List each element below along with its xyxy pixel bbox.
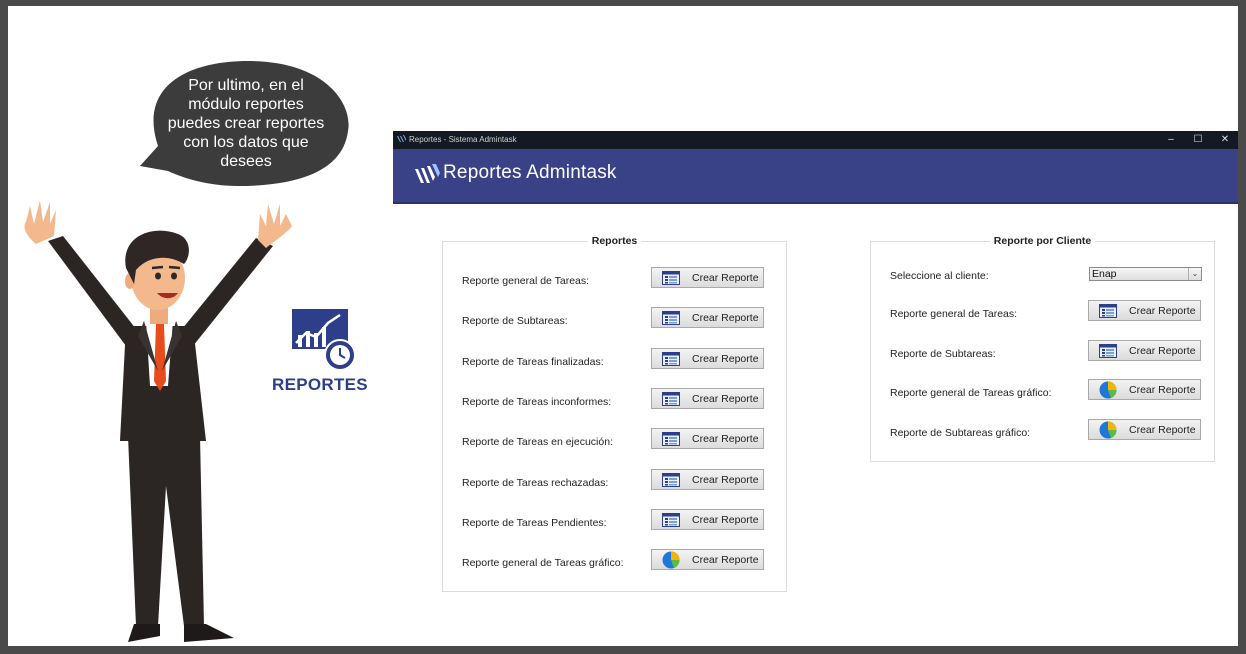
reports-module-icon (292, 309, 356, 371)
create-report-label: Crear Reporte (692, 352, 759, 365)
admintask-logo-icon (415, 164, 440, 183)
cliente-groupbox: Reporte por Cliente Seleccione al client… (870, 235, 1215, 462)
spreadsheet-icon (662, 391, 680, 409)
pie-chart-icon (662, 551, 680, 572)
create-report-button[interactable]: Crear Reporte (651, 307, 764, 329)
report-label: Reporte de Subtareas: (890, 347, 996, 360)
client-select-value: Enap (1092, 268, 1117, 280)
spreadsheet-icon (1099, 304, 1117, 321)
pie-chart-icon (1099, 421, 1117, 442)
app-window: Reportes - Sistema Admintask – ☐ ✕ Repor… (393, 131, 1238, 646)
minimize-button[interactable]: – (1160, 132, 1182, 148)
spreadsheet-icon (662, 351, 680, 369)
report-row: Reporte de Tareas rechazadas: Crear Repor… (443, 468, 786, 493)
report-row: Reporte general de Tareas gráfico: Crear … (443, 549, 786, 573)
report-label: Reporte de Tareas Pendientes: (462, 516, 607, 529)
report-row: Reporte de Tareas finalizadas: Crear Repo… (443, 347, 786, 372)
spreadsheet-icon (1099, 343, 1117, 361)
create-report-label: Crear Reporte (692, 272, 759, 284)
spreadsheet-icon (662, 432, 680, 449)
create-report-label: Crear Reporte (692, 433, 759, 446)
create-report-label: Crear Reporte (692, 312, 759, 325)
create-report-button[interactable]: Crear Reporte (651, 387, 764, 409)
create-report-button[interactable]: Crear Reporte (651, 428, 764, 450)
report-label: Reporte general de Tareas gráfico: (890, 387, 1052, 399)
app-title: Reportes Admintask (443, 162, 617, 183)
client-select[interactable]: Enap ⌄ (1089, 267, 1202, 281)
report-row: Reporte de Subtareas: Crear Reporte (871, 339, 1214, 364)
report-row: Reporte general de Tareas: Crear Reporte (443, 267, 786, 291)
pie-chart-icon (1099, 381, 1117, 402)
report-label: Reporte de Tareas en ejecución: (462, 436, 613, 449)
create-report-label: Crear Reporte (692, 473, 759, 486)
businessman-illustration (24, 200, 292, 642)
report-row: Reporte general de Tareas: Crear Reporte (871, 300, 1214, 324)
create-report-button[interactable]: Crear Reporte (651, 468, 764, 490)
create-report-button[interactable]: Crear Reporte (1088, 300, 1201, 321)
app-header: Reportes Admintask (393, 149, 1238, 204)
create-report-label: Crear Reporte (1129, 344, 1196, 357)
report-row: Reporte de Subtareas: Crear Reporte (443, 307, 786, 331)
create-report-label: Crear Reporte (692, 392, 759, 405)
module-label: REPORTES (272, 375, 368, 394)
report-row: Reporte de Tareas inconformes: Crear Repo… (443, 387, 786, 412)
create-report-button[interactable]: Crear Reporte (1088, 339, 1201, 361)
speech-bubble-text: Por ultimo, en el módulo reportes puedes… (167, 77, 325, 170)
window-titlebar: Reportes - Sistema Admintask – ☐ ✕ (393, 131, 1238, 149)
report-row: Reporte de Tareas en ejecución: Crear Rep… (443, 428, 786, 452)
create-report-label: Crear Reporte (1129, 384, 1196, 396)
slide-canvas: Por ultimo, en el módulo reportes puedes… (8, 6, 1238, 646)
create-report-label: Crear Reporte (692, 554, 759, 567)
reportes-groupbox: Reportes Reporte general de Tareas: Crear… (442, 235, 787, 592)
reportes-group-title: Reportes (587, 235, 642, 247)
report-label: Reporte de Tareas rechazadas: (462, 476, 609, 489)
create-report-label: Crear Reporte (692, 513, 759, 526)
maximize-button[interactable]: ☐ (1187, 132, 1209, 148)
app-logo-small-icon (397, 135, 406, 142)
report-row: Reporte de Subtareas gráfico: Crear Repor… (871, 418, 1214, 443)
spreadsheet-icon (662, 311, 680, 328)
spreadsheet-icon (662, 271, 680, 288)
cliente-group-title: Reporte por Cliente (989, 235, 1096, 247)
window-title: Reportes - Sistema Admintask (409, 135, 517, 144)
chevron-down-icon: ⌄ (1188, 268, 1201, 280)
spreadsheet-icon (662, 472, 680, 490)
create-report-button[interactable]: Crear Reporte (1088, 379, 1201, 400)
report-label: Reporte general de Tareas: (890, 308, 1018, 320)
create-report-button[interactable]: Crear Reporte (651, 347, 764, 369)
report-label: Reporte de Tareas inconformes: (462, 395, 612, 408)
create-report-label: Crear Reporte (1129, 423, 1196, 436)
close-button[interactable]: ✕ (1214, 132, 1236, 148)
client-select-label: Seleccione al cliente: (890, 270, 989, 282)
report-label: Reporte general de Tareas: (462, 275, 590, 287)
report-label: Reporte de Subtareas: (462, 315, 568, 328)
create-report-label: Crear Reporte (1129, 305, 1196, 317)
create-report-button[interactable]: Crear Reporte (651, 508, 764, 530)
report-label: Reporte de Tareas finalizadas: (462, 355, 604, 368)
report-row: Reporte de Tareas Pendientes: Crear Repor… (443, 508, 786, 533)
report-label: Reporte de Subtareas gráfico: (890, 426, 1031, 439)
create-report-button[interactable]: Crear Reporte (1088, 418, 1201, 442)
create-report-button[interactable]: Crear Reporte (651, 267, 764, 288)
report-label: Reporte general de Tareas gráfico: (462, 557, 624, 570)
create-report-button[interactable]: Crear Reporte (651, 549, 764, 572)
spreadsheet-icon (662, 512, 680, 530)
report-row: Reporte general de Tareas gráfico: Crear … (871, 379, 1214, 403)
